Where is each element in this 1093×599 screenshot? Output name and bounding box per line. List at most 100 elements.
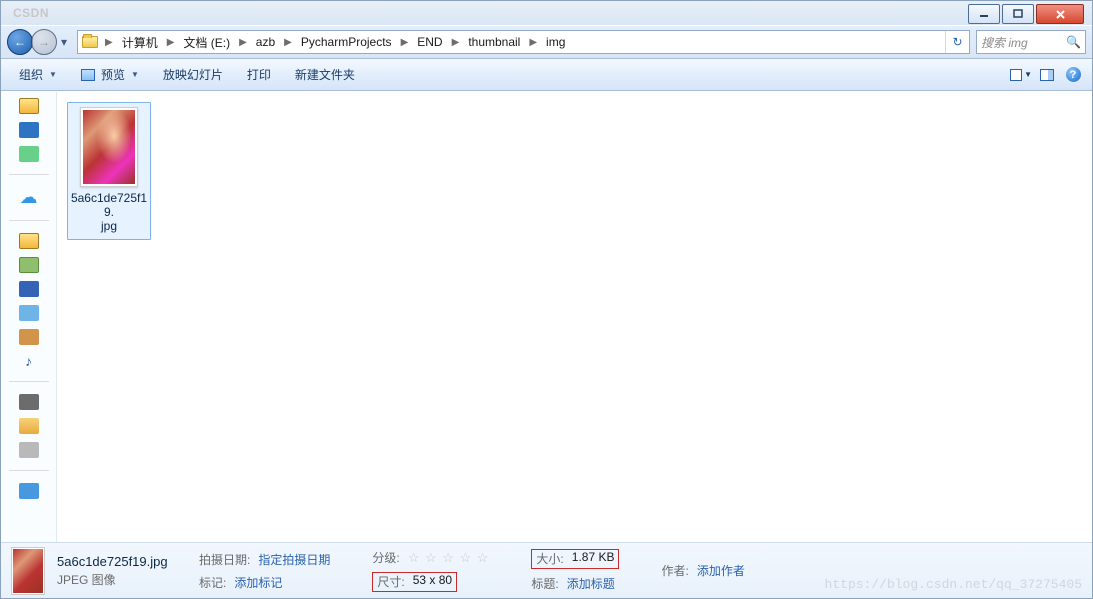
chevron-down-icon: ▼ [131, 70, 139, 79]
toolbar: 组织 ▼ 预览 ▼ 放映幻灯片 打印 新建文件夹 ▼ ? [1, 59, 1092, 91]
size-label: 大小: [536, 550, 567, 567]
print-label: 打印 [247, 66, 271, 83]
details-filetype: JPEG 图像 [57, 571, 187, 588]
view-icon [1010, 69, 1022, 81]
favorites-icon[interactable] [19, 98, 39, 114]
tags-label: 标记: [199, 574, 230, 591]
arrow-left-icon: ← [14, 35, 26, 49]
divider [9, 220, 49, 221]
minimize-icon [979, 9, 989, 19]
tags-value[interactable]: 添加标记 [234, 574, 282, 591]
computer-icon[interactable] [19, 394, 39, 410]
author-value[interactable]: 添加作者 [697, 562, 745, 579]
drive-icon[interactable] [19, 442, 39, 458]
file-name-line2: jpg [101, 219, 117, 233]
pane-icon [1040, 69, 1054, 81]
forward-button[interactable]: → [31, 29, 57, 55]
address-bar[interactable]: ▶ 计算机 ▶ 文档 (E:) ▶ azb ▶ PycharmProjects … [77, 30, 970, 54]
breadcrumb-item[interactable]: 计算机 [116, 31, 164, 53]
divider [9, 381, 49, 382]
new-folder-button[interactable]: 新建文件夹 [285, 62, 365, 87]
pictures-icon[interactable] [19, 257, 39, 273]
brand-watermark: CSDN [13, 6, 49, 20]
body: ☁ ♪ 5a6c1de725f19. jpg [1, 91, 1092, 542]
documents-icon[interactable] [19, 305, 39, 321]
breadcrumb-item[interactable]: PycharmProjects [295, 31, 398, 53]
nav-bar: ← → ▾ ▶ 计算机 ▶ 文档 (E:) ▶ azb ▶ PycharmPro… [1, 25, 1092, 59]
view-options-button[interactable]: ▼ [1010, 64, 1032, 86]
details-filename: 5a6c1de725f19.jpg [57, 554, 187, 569]
star-icon: ☆ ☆ ☆ ☆ ☆ [408, 550, 490, 565]
file-name-line1: 5a6c1de725f19. [71, 191, 147, 219]
details-pane: 5a6c1de725f19.jpg JPEG 图像 拍摄日期: 指定拍摄日期 标… [1, 542, 1092, 598]
arrow-right-icon: → [38, 35, 50, 49]
help-button[interactable]: ? [1062, 64, 1084, 86]
chevron-down-icon: ▼ [49, 70, 57, 79]
breadcrumb-item[interactable]: azb [250, 31, 281, 53]
dimensions-label: 尺寸: [377, 573, 408, 590]
divider [9, 470, 49, 471]
author-label: 作者: [661, 562, 692, 579]
help-icon: ? [1066, 67, 1081, 82]
sidebar[interactable]: ☁ ♪ [1, 92, 57, 542]
network-icon[interactable] [19, 483, 39, 499]
music-icon[interactable] [19, 329, 39, 345]
search-input[interactable]: 搜索 img 🔍 [976, 30, 1086, 54]
window-controls [968, 2, 1092, 24]
titlebar-left: CSDN [1, 6, 968, 20]
preview-button[interactable]: 预览 ▼ [71, 62, 149, 87]
explorer-window: CSDN ← → ▾ ▶ 计算 [0, 0, 1093, 599]
chevron-right-icon[interactable]: ▶ [102, 37, 116, 48]
image-preview [83, 110, 135, 184]
breadcrumb-item[interactable]: img [540, 31, 571, 53]
file-name-label: 5a6c1de725f19. jpg [70, 191, 148, 233]
slideshow-button[interactable]: 放映幻灯片 [153, 62, 233, 87]
file-item-selected[interactable]: 5a6c1de725f19. jpg [67, 102, 151, 240]
caption-label: 标题: [531, 575, 562, 592]
back-button[interactable]: ← [7, 29, 33, 55]
breadcrumb-item[interactable]: END [411, 31, 448, 53]
history-dropdown[interactable]: ▾ [57, 29, 71, 55]
dimensions-value: 53 x 80 [413, 573, 452, 590]
chevron-right-icon[interactable]: ▶ [164, 37, 178, 48]
new-folder-label: 新建文件夹 [295, 66, 355, 83]
refresh-icon: ↻ [952, 35, 962, 49]
shot-date-value[interactable]: 指定拍摄日期 [258, 551, 330, 568]
cloud-icon[interactable]: ☁ [20, 187, 38, 208]
divider [9, 174, 49, 175]
caption-value[interactable]: 添加标题 [567, 575, 615, 592]
maximize-button[interactable] [1002, 4, 1034, 24]
search-placeholder: 搜索 img [981, 34, 1028, 51]
preview-pane-button[interactable] [1036, 64, 1058, 86]
title-bar: CSDN [1, 1, 1092, 25]
downloads-icon[interactable] [19, 146, 39, 162]
rating-stars[interactable]: ☆ ☆ ☆ ☆ ☆ [408, 550, 490, 566]
size-value: 1.87 KB [572, 550, 615, 567]
minimize-button[interactable] [968, 4, 1000, 24]
chevron-right-icon[interactable]: ▶ [398, 37, 412, 48]
refresh-button[interactable]: ↻ [945, 31, 969, 53]
picture-icon [81, 69, 95, 81]
chevron-down-icon: ▼ [1024, 70, 1032, 79]
organize-button[interactable]: 组织 ▼ [9, 62, 67, 87]
chevron-right-icon[interactable]: ▶ [449, 37, 463, 48]
print-button[interactable]: 打印 [237, 62, 281, 87]
maximize-icon [1013, 9, 1023, 19]
music-note-icon[interactable]: ♪ [25, 353, 32, 369]
file-pane[interactable]: 5a6c1de725f19. jpg [57, 92, 1092, 542]
videos-icon[interactable] [19, 281, 39, 297]
breadcrumb-item[interactable]: 文档 (E:) [177, 31, 236, 53]
chevron-right-icon[interactable]: ▶ [526, 37, 540, 48]
chevron-right-icon[interactable]: ▶ [281, 37, 295, 48]
details-thumbnail [11, 547, 45, 595]
breadcrumb-item[interactable]: thumbnail [462, 31, 526, 53]
desktop-icon[interactable] [19, 122, 39, 138]
libraries-icon[interactable] [19, 233, 39, 249]
drive-icon[interactable] [19, 418, 39, 434]
chevron-right-icon[interactable]: ▶ [236, 37, 250, 48]
search-icon[interactable]: 🔍 [1066, 35, 1081, 49]
shot-date-label: 拍摄日期: [199, 551, 254, 568]
close-button[interactable] [1036, 4, 1084, 24]
organize-label: 组织 [19, 66, 43, 83]
file-thumbnail [80, 107, 138, 187]
